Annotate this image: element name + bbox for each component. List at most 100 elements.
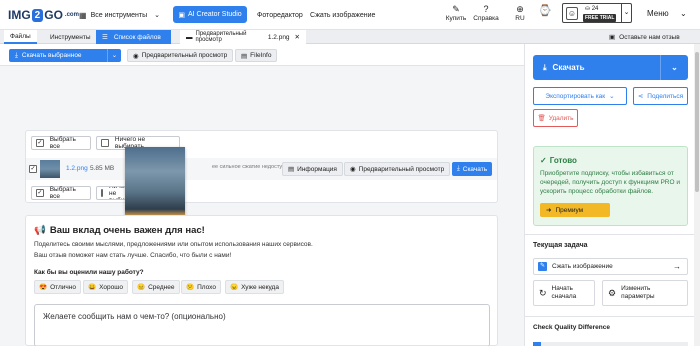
file-list-panel: ✓ Выбрать все Ничего не выбирать ✓ 1.2.p… (25, 130, 498, 203)
info-button[interactable]: ▤ Информация (282, 162, 343, 176)
compress-image-link[interactable]: Сжать изображение (310, 8, 375, 22)
tab-tools[interactable]: Инструменты (44, 30, 97, 44)
history-button[interactable]: ⌚ (532, 6, 558, 17)
logo-prefix: IMG (8, 8, 31, 22)
language-selector[interactable]: ⊕ RU (507, 4, 533, 22)
tab-tools-label: Инструменты (50, 33, 91, 41)
quality-diff-heading: Check Quality Difference (533, 324, 610, 331)
tag-icon: ✎ (452, 4, 460, 14)
tier-badge: FREE TRIAL (583, 14, 617, 22)
tab-files[interactable]: Файлы (4, 30, 37, 44)
list-icon: ☰ (102, 34, 108, 41)
tab-preview-label: Предварительный просмотр (195, 31, 247, 43)
export-as-label: Экспортировать как (545, 92, 606, 100)
menu-button[interactable]: Меню (647, 9, 669, 18)
feedback-textarea[interactable]: Желаете сообщить нам о чем-то? (опционал… (34, 304, 490, 346)
ready-title-text: Готово (549, 156, 577, 165)
check-icon: ✓ (540, 156, 547, 165)
checkbox-icon: ✓ (36, 189, 44, 197)
feedback-line-1: Поделитесь своими мыслями, предложениями… (34, 241, 313, 248)
preview-button[interactable]: ◉ Предварительный просмотр (127, 49, 234, 62)
feedback-line-2: Ваш отзыв поможет нам стать лучше. Спаси… (34, 252, 232, 259)
current-task-heading: Текущая задача (533, 242, 588, 249)
all-tools-menu[interactable]: ▦ Все инструменты ⌄ (79, 8, 160, 22)
image-icon: ▣ (178, 11, 185, 19)
feedback-title-text: Ваш вклад очень важен для нас! (49, 225, 205, 236)
rating-good[interactable]: 😀 Хорошо (83, 280, 129, 294)
divider (525, 234, 700, 235)
buy-label: Купить (445, 15, 467, 22)
start-over-label: Начать сначала (551, 285, 577, 300)
buy-link[interactable]: ✎ Купить (443, 4, 469, 22)
tab-file-list[interactable]: ☰ Список файлов (96, 30, 171, 44)
angry-emoji-icon: 😠 (230, 284, 239, 291)
right-sidebar: ⤓ Скачать ⌄ Экспортировать как ⌄ ⋖ Подел… (524, 44, 700, 346)
download-icon: ⤓ (543, 62, 547, 72)
fileinfo-button[interactable]: ▤ FileInfo (235, 49, 278, 62)
current-task-compress[interactable]: ✎ Сжать изображение → (533, 258, 688, 275)
feedback-placeholder: Желаете сообщить нам о чем-то? (опционал… (43, 312, 226, 321)
download-selected-button[interactable]: ⤓ Скачать выбранное ⌄ (9, 49, 121, 62)
share-icon: ⋖ (637, 93, 644, 100)
select-all-button-bottom[interactable]: ✓ Выбрать все (31, 186, 91, 200)
ai-creator-studio-button[interactable]: ▣ AI Creator Studio (173, 6, 247, 23)
checkbox-icon: ✓ (36, 139, 44, 147)
chevron-down-icon[interactable]: ⌄ (680, 9, 687, 18)
premium-button[interactable]: ➜ Премиум (540, 203, 610, 217)
info-label: Информация (297, 165, 337, 173)
start-over-button[interactable]: ↻ Начать сначала (533, 280, 595, 306)
change-params-button[interactable]: ⚙ Изменить параметры (602, 280, 688, 306)
rating-bad[interactable]: 😕 Плохо (181, 280, 221, 294)
tab-preview-file: 1.2.png (267, 33, 290, 41)
smile-emoji-icon: 😀 (88, 284, 97, 291)
rating-worst[interactable]: 😠 Хуже некуда (225, 280, 284, 294)
chevron-down-icon[interactable]: ⌄ (660, 55, 688, 80)
file-thumbnail[interactable] (40, 160, 60, 178)
rating-excellent[interactable]: 😍 Отлично (34, 280, 81, 294)
file-checkbox[interactable]: ✓ (29, 165, 37, 173)
change-params-label: Изменить параметры (621, 285, 655, 300)
feedback-panel: 📢 Ваш вклад очень важен для нас! Поделит… (25, 215, 498, 346)
feedback-icon: ▣ (609, 34, 616, 41)
leave-feedback-link[interactable]: ▣ Оставьте нам отзыв (603, 30, 686, 44)
leave-feedback-label: Оставьте нам отзыв (619, 33, 680, 41)
logo-suffix: GO (44, 8, 63, 22)
checkbox-icon (101, 189, 103, 197)
arrow-right-icon: → (673, 262, 681, 271)
download-selected-label: Скачать выбранное (21, 52, 82, 59)
photo-editor-link[interactable]: Фоторедактор (257, 8, 303, 22)
task-compress-label: Сжать изображение (552, 263, 613, 270)
export-as-button[interactable]: Экспортировать как ⌄ (533, 87, 627, 105)
tab-preview-file[interactable]: ▬ Предварительный просмотр 1.2.png ✕ (180, 30, 306, 44)
logo[interactable]: IMG 2 GO .com (8, 7, 79, 23)
file-row[interactable]: ✓ 1.2.png 5.85 MB ее сильное сжатие недо… (26, 158, 497, 180)
restart-icon: ↻ (539, 288, 547, 298)
delete-button[interactable]: 🗑 Удалить (533, 109, 578, 127)
trash-icon: 🗑 (537, 115, 546, 122)
logo-mid: 2 (31, 8, 44, 22)
credits-count: ⛀ 24 (585, 6, 599, 12)
ready-text: Приобретите подписку, чтобы избавиться о… (540, 170, 680, 195)
globe-icon: ⊕ (516, 4, 524, 14)
file-name[interactable]: 1.2.png (66, 165, 88, 172)
row-preview-button[interactable]: ◉ Предварительный просмотр (344, 162, 451, 176)
row-preview-label: Предварительный просмотр (358, 165, 445, 173)
tab-file-list-label: Список файлов (113, 33, 161, 41)
scrollbar-thumb[interactable] (695, 52, 699, 192)
file-size: 5.85 MB (90, 165, 115, 172)
rating-average[interactable]: 😐 Среднее (132, 280, 180, 294)
select-all-button[interactable]: ✓ Выбрать все (31, 136, 91, 150)
download-button[interactable]: ⤓ Скачать ⌄ (533, 55, 688, 80)
rating-label: Плохо (197, 283, 216, 291)
account-widget[interactable]: ☺ ⛀ 24 FREE TRIAL ⌄ (562, 3, 632, 23)
help-link[interactable]: ? Справка (473, 4, 499, 22)
share-button[interactable]: ⋖ Поделиться (633, 87, 688, 105)
quality-bar[interactable] (533, 342, 688, 346)
rating-label: Среднее (148, 283, 175, 291)
scrollbar[interactable] (694, 44, 700, 346)
chevron-down-icon[interactable]: ⌄ (621, 4, 631, 22)
language-label: RU (515, 15, 525, 22)
close-icon[interactable]: ✕ (295, 33, 300, 41)
chevron-down-icon[interactable]: ⌄ (107, 49, 121, 62)
row-download-button[interactable]: ⤓ Скачать (452, 162, 492, 176)
